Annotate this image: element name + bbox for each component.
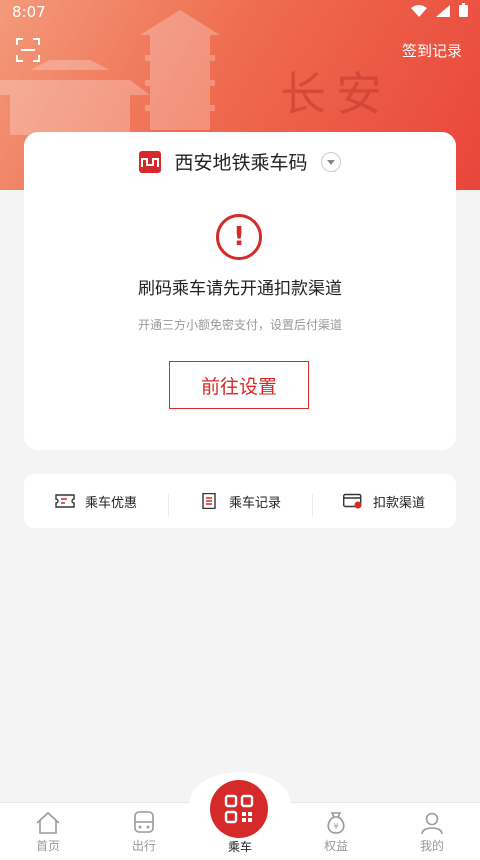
header-calligraphy: 长安 (280, 67, 392, 121)
tab-mine[interactable]: 我的 (384, 803, 480, 860)
wifi-icon (411, 5, 428, 17)
line-selector[interactable]: 西安地铁乘车码 (24, 148, 456, 180)
tab-home[interactable]: 首页 (0, 803, 96, 860)
quick-link-label: 扣款渠道 (372, 495, 425, 511)
status-bar: 8:07 (0, 0, 480, 24)
tab-label: 出行 (131, 839, 156, 853)
quick-link-discount[interactable]: 乘车优惠 (24, 492, 168, 511)
alert-message: 刷码乘车请先开通扣款渠道 (138, 279, 342, 299)
checkin-record-link[interactable]: 签到记录 (402, 40, 462, 61)
tab-label: 权益 (323, 839, 348, 853)
alert-sub-message: 开通三方小额免密支付，设置后付渠道 (137, 318, 342, 332)
svg-text:¥: ¥ (333, 822, 338, 831)
tab-ride-label: 乘车 (227, 840, 252, 854)
battery-icon (459, 3, 468, 17)
moneybag-icon: ¥ (327, 812, 345, 834)
status-icons (411, 3, 468, 21)
tab-travel[interactable]: 出行 (96, 803, 192, 860)
alert-icon: ! (216, 214, 262, 260)
ticket-icon (55, 494, 75, 508)
tab-ride-button[interactable] (210, 780, 268, 838)
home-icon (36, 811, 60, 834)
quick-link-records[interactable]: 乘车记录 (168, 492, 312, 516)
person-icon (421, 812, 443, 835)
go-setup-button[interactable]: 前往设置 (169, 361, 309, 409)
status-time: 8:07 (12, 3, 46, 21)
chevron-down-icon[interactable] (320, 151, 341, 172)
train-icon (134, 811, 154, 833)
quick-link-label: 乘车优惠 (84, 495, 137, 511)
qr-code-icon (224, 794, 254, 824)
quick-link-label: 乘车记录 (228, 495, 281, 511)
ride-code-card: 西安地铁乘车码 ! 刷码乘车请先开通扣款渠道 开通三方小额免密支付，设置后付渠道… (24, 132, 456, 450)
tab-label: 首页 (35, 839, 60, 853)
record-icon (202, 493, 216, 509)
tab-benefits[interactable]: ¥ 权益 (288, 803, 384, 860)
scan-icon[interactable] (16, 38, 40, 62)
metro-logo-icon (139, 150, 162, 173)
line-title: 西安地铁乘车码 (174, 152, 308, 174)
signal-icon (436, 5, 451, 17)
card-icon (342, 493, 362, 509)
quick-links-bar: 乘车优惠 乘车记录 扣款渠道 (24, 474, 456, 528)
tab-label: 我的 (419, 839, 444, 853)
quick-link-payment-channel[interactable]: 扣款渠道 (312, 492, 456, 516)
